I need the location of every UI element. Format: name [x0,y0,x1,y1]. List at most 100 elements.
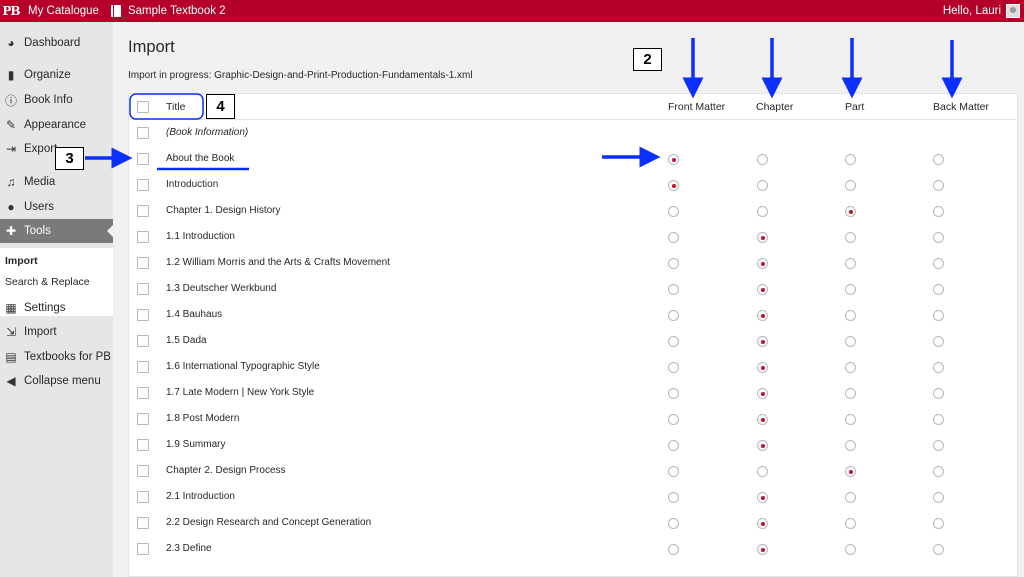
sidebar-item-import[interactable]: ⇲ Import [0,320,113,344]
book-title-link[interactable]: Sample Textbook 2 [105,0,232,22]
row-checkbox[interactable] [137,543,149,555]
radio-back[interactable] [933,544,944,555]
sidebar-item-settings[interactable]: ▦ Settings [0,296,113,320]
radio-front[interactable] [668,440,679,451]
radio-front[interactable] [668,336,679,347]
row-checkbox[interactable] [137,231,149,243]
radio-front[interactable] [668,310,679,321]
radio-part[interactable] [845,362,856,373]
radio-back[interactable] [933,232,944,243]
radio-back[interactable] [933,518,944,529]
radio-back[interactable] [933,336,944,347]
row-checkbox[interactable] [137,413,149,425]
sidebar-item-dashboard[interactable]: ◕ Dashboard [0,31,113,55]
radio-front[interactable] [668,180,679,191]
sidebar-item-appearance[interactable]: ✎ Appearance [0,113,113,137]
radio-back[interactable] [933,388,944,399]
radio-back[interactable] [933,206,944,217]
radio-part[interactable] [845,440,856,451]
radio-back[interactable] [933,492,944,503]
row-checkbox[interactable] [137,361,149,373]
sidebar-item-book-info[interactable]: ⓘ Book Info [0,88,113,112]
submenu-import[interactable]: Import [5,255,38,267]
my-catalogue-link[interactable]: My Catalogue [22,0,105,22]
radio-chapter[interactable] [757,206,768,217]
radio-front[interactable] [668,414,679,425]
radio-front[interactable] [668,258,679,269]
user-menu[interactable]: Hello, Lauri [943,4,1024,18]
radio-back[interactable] [933,466,944,477]
radio-chapter[interactable] [757,284,768,295]
sidebar-item-tools[interactable]: ✚ Tools [0,219,113,243]
radio-part[interactable] [845,414,856,425]
radio-back[interactable] [933,362,944,373]
radio-back[interactable] [933,258,944,269]
radio-chapter[interactable] [757,154,768,165]
radio-part[interactable] [845,232,856,243]
radio-chapter[interactable] [757,440,768,451]
radio-back[interactable] [933,284,944,295]
sidebar-item-textbooks-for-pb[interactable]: ▤ Textbooks for PB [0,345,113,369]
radio-part[interactable] [845,154,856,165]
row-checkbox[interactable] [137,335,149,347]
radio-part[interactable] [845,310,856,321]
radio-part[interactable] [845,336,856,347]
radio-chapter[interactable] [757,492,768,503]
radio-chapter[interactable] [757,518,768,529]
radio-back[interactable] [933,180,944,191]
radio-front[interactable] [668,466,679,477]
radio-back[interactable] [933,440,944,451]
radio-part[interactable] [845,466,856,477]
radio-part[interactable] [845,492,856,503]
radio-front[interactable] [668,544,679,555]
radio-front[interactable] [668,154,679,165]
radio-chapter[interactable] [757,466,768,477]
sidebar-item-users[interactable]: ● Users [0,195,113,219]
radio-chapter[interactable] [757,544,768,555]
radio-part[interactable] [845,284,856,295]
radio-part[interactable] [845,180,856,191]
row-checkbox[interactable] [137,153,149,165]
pressbooks-logo[interactable]: PB [0,0,22,22]
radio-front[interactable] [668,492,679,503]
radio-front[interactable] [668,206,679,217]
radio-chapter[interactable] [757,258,768,269]
radio-back[interactable] [933,414,944,425]
sidebar-item-organize[interactable]: ▮ Organize [0,63,113,87]
row-checkbox[interactable] [137,257,149,269]
row-checkbox[interactable] [137,517,149,529]
select-all-checkbox[interactable] [137,101,149,113]
submenu-search-replace[interactable]: Search & Replace [5,276,90,288]
row-checkbox[interactable] [137,491,149,503]
radio-chapter[interactable] [757,388,768,399]
radio-front[interactable] [668,518,679,529]
row-checkbox[interactable] [137,309,149,321]
radio-front[interactable] [668,388,679,399]
radio-chapter[interactable] [757,362,768,373]
radio-part[interactable] [845,518,856,529]
radio-chapter[interactable] [757,310,768,321]
radio-chapter[interactable] [757,336,768,347]
row-checkbox[interactable] [137,127,149,139]
radio-front[interactable] [668,232,679,243]
radio-part[interactable] [845,388,856,399]
sidebar-item-media[interactable]: ♫ Media [0,170,113,194]
radio-chapter[interactable] [757,414,768,425]
column-back-matter: Back Matter [933,101,990,113]
radio-part[interactable] [845,206,856,217]
radio-chapter[interactable] [757,180,768,191]
row-checkbox[interactable] [137,205,149,217]
radio-part[interactable] [845,544,856,555]
radio-chapter[interactable] [757,232,768,243]
radio-part[interactable] [845,258,856,269]
radio-front[interactable] [668,362,679,373]
radio-front[interactable] [668,284,679,295]
row-checkbox[interactable] [137,283,149,295]
row-checkbox[interactable] [137,439,149,451]
row-checkbox[interactable] [137,465,149,477]
row-checkbox[interactable] [137,179,149,191]
row-checkbox[interactable] [137,387,149,399]
radio-back[interactable] [933,310,944,321]
radio-back[interactable] [933,154,944,165]
sidebar-collapse-menu[interactable]: ◀ Collapse menu [0,369,113,393]
